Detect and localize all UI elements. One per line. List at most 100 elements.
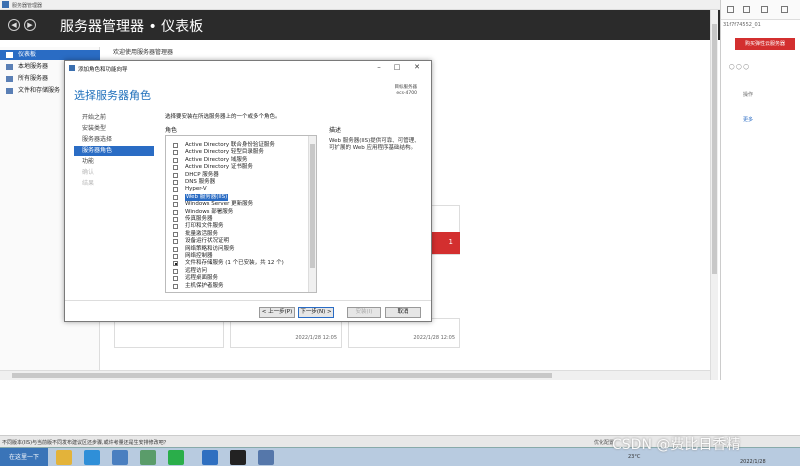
role-checkbox[interactable] bbox=[173, 246, 178, 252]
role-checkbox[interactable] bbox=[173, 202, 178, 208]
role-checkbox[interactable] bbox=[173, 187, 178, 193]
terminal-icon[interactable] bbox=[230, 450, 246, 465]
role-checkbox[interactable] bbox=[173, 194, 178, 200]
role-checkbox[interactable] bbox=[173, 209, 178, 215]
sidebar-item-dashboard[interactable]: 仪表板 bbox=[0, 50, 100, 60]
message-text: 不同版本(IIS)与当前版不同发布建议区还步骤,或许考量还是生安排修改吧？ bbox=[2, 440, 169, 446]
install-button: 安装(I) bbox=[347, 307, 381, 318]
wizard-heading: 选择服务器角色 bbox=[74, 89, 151, 102]
role-checkbox[interactable] bbox=[173, 217, 178, 222]
tray-date[interactable]: 2022/1/28 bbox=[740, 459, 766, 465]
minimize-icon[interactable]: – bbox=[373, 63, 385, 71]
role-checkbox[interactable] bbox=[173, 150, 178, 156]
wechat-icon[interactable] bbox=[168, 450, 184, 465]
weather-temperature[interactable]: 23°C bbox=[628, 454, 640, 460]
target-server-name: ecs-4700 bbox=[396, 91, 417, 96]
roles-list[interactable]: Active Directory 联合身份验证服务 Active Directo… bbox=[165, 135, 317, 293]
description-header: 描述 bbox=[329, 127, 342, 134]
dashboard-icon bbox=[6, 52, 13, 58]
tile-timestamp: 2022/1/28 12:05 bbox=[413, 335, 455, 341]
start-button[interactable]: 在这里一下 bbox=[0, 448, 48, 466]
role-checkbox[interactable] bbox=[173, 231, 178, 237]
dashboard-tile[interactable]: 2022/1/28 12:05 bbox=[230, 318, 342, 348]
role-checkbox[interactable] bbox=[173, 180, 178, 185]
server-manager-task-icon[interactable] bbox=[258, 450, 274, 465]
previous-button[interactable]: < 上一步(P) bbox=[259, 307, 295, 318]
wizard-icon bbox=[69, 65, 75, 71]
role-checkbox[interactable] bbox=[173, 276, 178, 282]
server-icon bbox=[6, 64, 13, 70]
wizard-step-server-roles[interactable]: 服务器角色 bbox=[74, 146, 154, 156]
wizard-step-features[interactable]: 功能 bbox=[74, 157, 154, 167]
roles-list-scrollbar[interactable] bbox=[308, 136, 316, 292]
panel-toolbar bbox=[721, 0, 800, 20]
vertical-scrollbar[interactable] bbox=[710, 10, 718, 380]
back-icon[interactable]: ◀ bbox=[8, 19, 20, 31]
window-title: 服务器管理器 bbox=[12, 3, 43, 9]
role-checkbox[interactable] bbox=[173, 157, 178, 163]
wizard-step-server-selection[interactable]: 服务器选择 bbox=[74, 135, 154, 145]
refresh-icon[interactable] bbox=[781, 6, 788, 13]
page-title: 服务器管理器 • 仪表板 bbox=[60, 19, 204, 35]
servers-icon bbox=[6, 76, 13, 82]
alert-count-badge[interactable]: 1 bbox=[430, 232, 460, 254]
role-checkbox-partial[interactable] bbox=[173, 261, 178, 267]
role-checkbox[interactable] bbox=[173, 283, 178, 289]
app-icon[interactable] bbox=[140, 450, 156, 465]
more-link[interactable]: 更多 bbox=[743, 116, 753, 123]
scroll-thumb[interactable] bbox=[712, 24, 717, 274]
tile-timestamp: 2022/1/28 12:05 bbox=[295, 335, 337, 341]
maximize-icon[interactable]: □ bbox=[391, 63, 403, 71]
wizard-step-results: 结果 bbox=[82, 180, 95, 187]
dialog-title: 添加角色和功能向导 bbox=[78, 67, 128, 73]
dashboard-tile[interactable] bbox=[114, 318, 224, 348]
horizontal-scrollbar[interactable] bbox=[0, 370, 710, 380]
sidebar-item-label: 所有服务器 bbox=[18, 75, 49, 82]
role-checkbox[interactable] bbox=[173, 143, 178, 148]
cancel-button[interactable]: 取消 bbox=[385, 307, 421, 318]
tool-icon[interactable] bbox=[761, 6, 768, 13]
role-checkbox[interactable] bbox=[173, 172, 178, 178]
sidebar-item-label: 文件和存储服务 bbox=[18, 87, 61, 94]
buy-ecs-button[interactable]: 购买弹性云服务器 bbox=[735, 38, 795, 50]
instance-id: 31f7f74552_01 bbox=[723, 22, 761, 28]
wizard-step-installation-type[interactable]: 安装类型 bbox=[74, 124, 154, 134]
role-description: Web 服务器(IIS)提供可靠、可管理、可扩展的 Web 应用程序基础结构。 bbox=[329, 138, 420, 151]
app-icon[interactable] bbox=[202, 450, 218, 465]
tool-icon[interactable] bbox=[727, 6, 734, 13]
role-checkbox[interactable] bbox=[173, 224, 178, 230]
server-manager-icon bbox=[2, 1, 9, 8]
role-checkbox[interactable] bbox=[173, 254, 178, 259]
roles-header: 角色 bbox=[165, 127, 178, 134]
divider bbox=[65, 300, 431, 301]
sidebar-item-label: 本地服务器 bbox=[18, 63, 49, 70]
role-checkbox[interactable] bbox=[173, 239, 178, 245]
column-header: 操作 bbox=[743, 92, 754, 98]
role-checkbox[interactable] bbox=[173, 268, 178, 274]
watermark: CSDN @费比日香精 bbox=[612, 437, 741, 453]
browser-icon[interactable] bbox=[84, 450, 100, 465]
instruction-text: 选择要安装在所选服务器上的一个或多个角色。 bbox=[165, 114, 281, 120]
app-icon[interactable] bbox=[112, 450, 128, 465]
storage-icon bbox=[6, 88, 13, 94]
window-titlebar: 服务器管理器 bbox=[0, 0, 720, 10]
right-panel: 31f7f74552_01 ◯ ◯ ◯ 操作 更多 bbox=[720, 0, 800, 380]
sidebar-item-label: 仪表板 bbox=[18, 51, 37, 58]
role-checkbox[interactable] bbox=[173, 165, 178, 171]
tool-icon[interactable]: ◯ ◯ ◯ bbox=[729, 64, 749, 70]
header: ◀ ▶ 服务器管理器 • 仪表板 bbox=[0, 10, 720, 40]
forward-icon[interactable]: ▶ bbox=[24, 19, 36, 31]
next-button[interactable]: 下一步(N) > bbox=[298, 307, 334, 318]
add-roles-wizard-dialog: 添加角色和功能向导 – □ ✕ 选择服务器角色 目标服务器 ecs-4700 开… bbox=[64, 60, 432, 322]
wizard-step-before-you-begin[interactable]: 开始之前 bbox=[74, 113, 154, 123]
dashboard-tile[interactable]: 2022/1/28 12:05 bbox=[348, 318, 460, 348]
file-explorer-icon[interactable] bbox=[56, 450, 72, 465]
scroll-thumb[interactable] bbox=[12, 373, 552, 378]
message-right[interactable]: 优化配置 bbox=[594, 439, 614, 446]
welcome-title: 欢迎使用服务器管理器 bbox=[113, 49, 174, 56]
target-server: 目标服务器 ecs-4700 bbox=[395, 85, 418, 97]
wizard-step-confirmation: 确认 bbox=[82, 169, 95, 176]
tool-icon[interactable] bbox=[743, 6, 750, 13]
scroll-thumb[interactable] bbox=[310, 144, 315, 268]
close-icon[interactable]: ✕ bbox=[411, 63, 423, 71]
